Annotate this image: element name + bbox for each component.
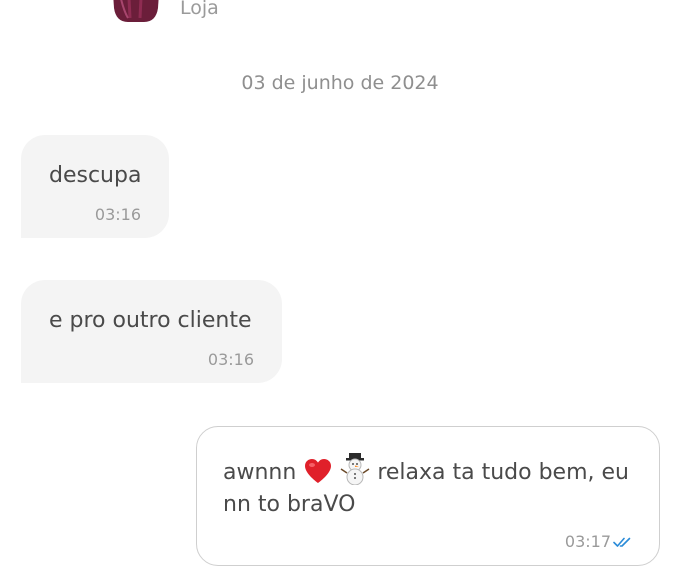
incoming-message-bubble[interactable]: e pro outro cliente 03:16 (21, 280, 282, 383)
snowman-icon (340, 453, 370, 485)
message-line-1: awnnn relaxa ta tudo bem, eu (223, 453, 643, 489)
double-check-icon (613, 537, 631, 547)
store-avatar-icon[interactable] (108, 0, 164, 24)
message-text: awnnn relaxa ta tudo bem, eu nn to braVO (223, 453, 643, 521)
store-label: Loja (180, 0, 219, 19)
message-text-part: awnnn (223, 460, 297, 485)
chat-screen: Loja 03 de junho de 2024 descupa 03:16 e… (0, 0, 680, 582)
message-time: 03:16 (94, 205, 141, 224)
message-text: descupa (49, 163, 142, 188)
message-time: 03:16 (207, 350, 254, 369)
message-text: e pro outro cliente (49, 308, 252, 333)
date-separator: 03 de junho de 2024 (241, 72, 439, 94)
red-heart-icon (305, 459, 332, 483)
message-text-part: relaxa ta tudo bem, eu (377, 460, 629, 485)
incoming-message-bubble[interactable]: descupa 03:16 (21, 135, 169, 238)
message-line-2: nn to braVO (223, 492, 356, 517)
outgoing-message-bubble[interactable]: awnnn relaxa ta tudo bem, eu nn to braVO… (196, 426, 660, 566)
message-time: 03:17 (564, 532, 611, 551)
message-meta: 03:17 (565, 532, 633, 551)
